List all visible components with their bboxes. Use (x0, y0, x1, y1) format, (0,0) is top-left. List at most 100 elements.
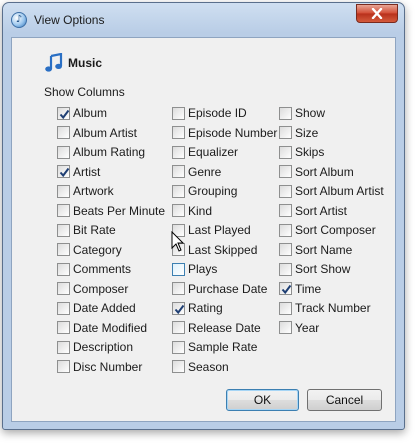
checkbox-label: Time (295, 281, 322, 296)
checkbox-album-rating[interactable]: Album Rating (57, 144, 145, 160)
checkbox-box[interactable] (172, 301, 185, 315)
checkbox-date-modified[interactable]: Date Modified (57, 320, 147, 336)
music-note-icon (45, 53, 63, 72)
checkbox-sample-rate[interactable]: Sample Rate (172, 339, 257, 355)
close-button[interactable] (356, 4, 398, 23)
checkbox-box[interactable] (172, 184, 185, 198)
checkmark-icon (59, 109, 70, 119)
checkbox-box[interactable] (57, 321, 70, 334)
checkbox-show[interactable]: Show (279, 105, 325, 121)
checkbox-box[interactable] (57, 126, 70, 139)
checkbox-box[interactable] (57, 360, 70, 373)
checkbox-box[interactable] (172, 282, 185, 295)
close-icon (371, 8, 383, 19)
checkbox-grouping[interactable]: Grouping (172, 183, 237, 199)
checkbox-box[interactable] (279, 204, 292, 217)
checkbox-disc-number[interactable]: Disc Number (57, 359, 142, 375)
checkbox-year[interactable]: Year (279, 320, 319, 336)
checkbox-sort-album[interactable]: Sort Album (279, 164, 354, 180)
checkbox-genre[interactable]: Genre (172, 164, 221, 180)
checkbox-sort-name[interactable]: Sort Name (279, 242, 352, 258)
checkbox-episode-number[interactable]: Episode Number (172, 125, 277, 141)
checkbox-box[interactable] (279, 243, 292, 256)
checkbox-kind[interactable]: Kind (172, 203, 212, 219)
checkbox-sort-artist[interactable]: Sort Artist (279, 203, 347, 219)
checkbox-label: Sort Composer (295, 223, 376, 237)
checkbox-box[interactable] (57, 204, 70, 217)
checkbox-date-added[interactable]: Date Added (57, 300, 136, 316)
checkbox-plays[interactable]: Plays (172, 261, 217, 277)
checkbox-box[interactable] (172, 126, 185, 139)
checkbox-sort-album-artist[interactable]: Sort Album Artist (279, 183, 384, 199)
checkbox-composer[interactable]: Composer (57, 281, 128, 297)
checkbox-sort-composer[interactable]: Sort Composer (279, 222, 376, 238)
checkbox-box[interactable] (57, 262, 70, 276)
checkbox-label: Album (73, 106, 108, 120)
checkbox-release-date[interactable]: Release Date (172, 320, 261, 336)
checkbox-episode-id[interactable]: Episode ID (172, 105, 247, 121)
checkbox-description[interactable]: Description (57, 339, 133, 355)
checkbox-box[interactable] (279, 126, 292, 139)
checkbox-box[interactable] (279, 165, 292, 178)
checkbox-beats-per-minute[interactable]: Beats Per Minute (57, 203, 165, 219)
checkbox-artist[interactable]: Artist (57, 164, 100, 180)
checkbox-comments[interactable]: Comments (57, 261, 131, 277)
checkbox-box[interactable] (172, 321, 185, 334)
checkbox-equalizer[interactable]: Equalizer (172, 144, 238, 160)
checkbox-box[interactable] (57, 243, 70, 256)
checkbox-label: Year (295, 320, 320, 335)
checkbox-track-number[interactable]: Track Number (279, 300, 371, 316)
checkbox-label: Composer (73, 281, 129, 296)
checkbox-box[interactable] (57, 165, 70, 178)
checkbox-box[interactable] (279, 301, 292, 315)
library-title: Music (68, 56, 103, 70)
checkbox-label: Sort Name (295, 242, 353, 257)
checkbox-box[interactable] (279, 321, 292, 334)
checkbox-artwork[interactable]: Artwork (57, 183, 114, 199)
checkbox-box[interactable] (172, 360, 185, 373)
checkbox-label: Bit Rate (73, 223, 116, 237)
checkbox-box[interactable] (57, 106, 70, 120)
title-bar[interactable]: ♪ View Options (3, 3, 404, 37)
checkbox-box[interactable] (279, 145, 292, 159)
checkbox-box[interactable] (172, 106, 185, 120)
checkbox-label: Season (188, 359, 229, 374)
checkbox-skips[interactable]: Skips (279, 144, 324, 160)
checkbox-label: Sort Album Artist (295, 184, 384, 198)
checkbox-box[interactable] (279, 262, 292, 276)
checkbox-box[interactable] (279, 184, 292, 198)
mouse-pointer-icon (171, 231, 185, 252)
checkbox-bit-rate[interactable]: Bit Rate (57, 222, 116, 238)
checkbox-box[interactable] (279, 106, 292, 120)
window-title: View Options (34, 13, 105, 27)
checkbox-label: Date Added (73, 301, 136, 315)
checkbox-label: Kind (188, 203, 213, 218)
checkbox-box[interactable] (279, 282, 292, 295)
checkbox-box[interactable] (57, 340, 70, 354)
checkbox-box[interactable] (57, 282, 70, 295)
checkbox-size[interactable]: Size (279, 125, 318, 141)
checkbox-box[interactable] (172, 204, 185, 217)
checkbox-sort-show[interactable]: Sort Show (279, 261, 350, 277)
checkbox-season[interactable]: Season (172, 359, 229, 375)
view-options-dialog: ♪ View Options Music Show Columns Album A… (2, 2, 405, 430)
checkbox-box[interactable] (172, 262, 185, 276)
checkbox-rating[interactable]: Rating (172, 300, 223, 316)
checkbox-category[interactable]: Category (57, 242, 122, 258)
checkbox-album[interactable]: Album (57, 105, 107, 121)
checkbox-time[interactable]: Time (279, 281, 321, 297)
checkbox-box[interactable] (172, 340, 185, 354)
checkbox-box[interactable] (172, 165, 185, 178)
checkbox-album-artist[interactable]: Album Artist (57, 125, 137, 141)
checkbox-box[interactable] (57, 184, 70, 198)
checkbox-purchase-date[interactable]: Purchase Date (172, 281, 267, 297)
checkbox-box[interactable] (172, 145, 185, 159)
ok-button[interactable]: OK (226, 389, 299, 411)
checkbox-box[interactable] (279, 223, 292, 237)
checkbox-box[interactable] (57, 301, 70, 315)
checkbox-box[interactable] (57, 223, 70, 237)
checkbox-label: Equalizer (188, 145, 239, 159)
cancel-button[interactable]: Cancel (307, 389, 382, 411)
checkbox-label: Comments (73, 262, 132, 276)
checkbox-box[interactable] (57, 145, 70, 159)
